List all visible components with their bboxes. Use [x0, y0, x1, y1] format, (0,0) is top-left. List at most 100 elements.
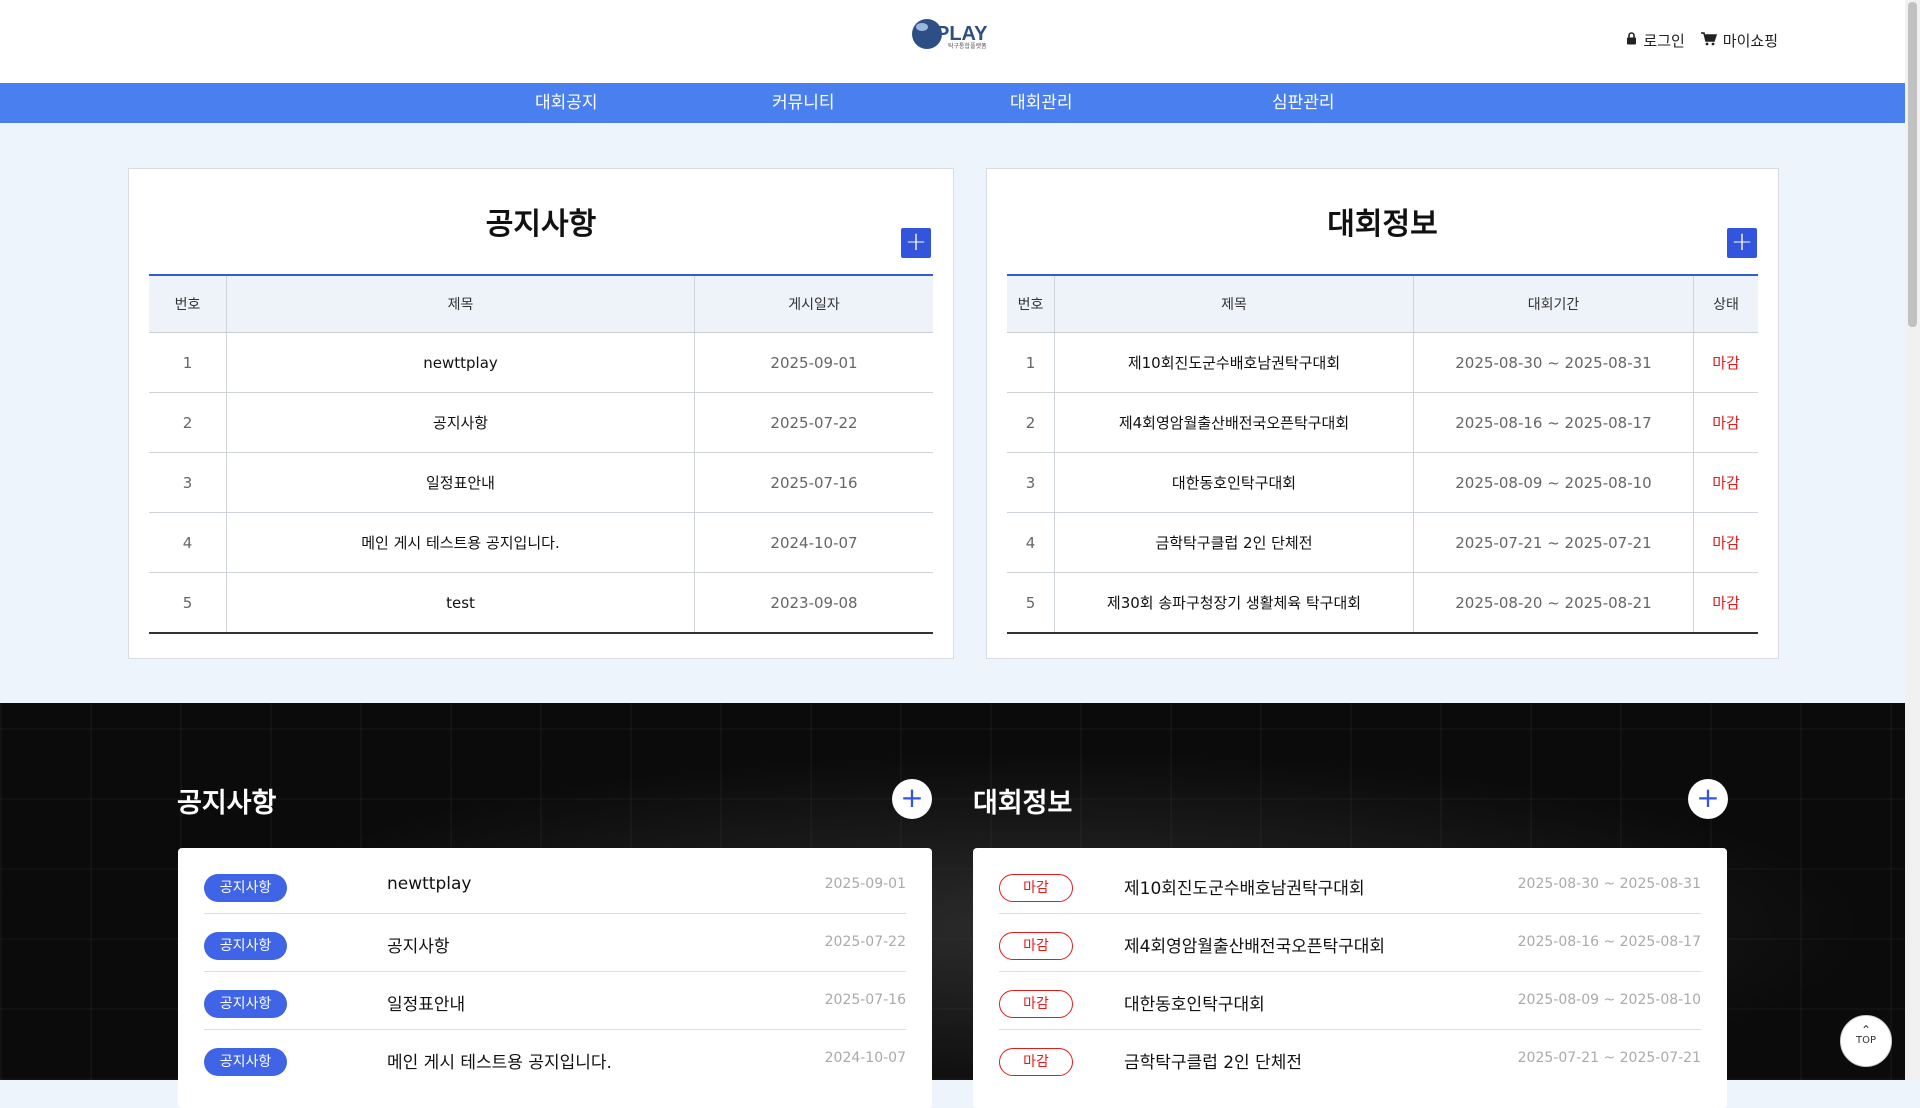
row-title[interactable]: 제30회 송파구청장기 생활체육 탁구대회 — [1054, 572, 1414, 634]
status-badge: 마감 — [1693, 572, 1758, 634]
list-item-title[interactable]: 대한동호인탁구대회 — [1124, 990, 1265, 1015]
row-title[interactable]: 제4회영암월출산배전국오픈탁구대회 — [1054, 392, 1414, 453]
status-badge: 마감 — [1693, 332, 1758, 393]
category-badge: 공지사항 — [204, 932, 287, 960]
list-item-period: 2025-08-16 ~ 2025-08-17 — [1517, 934, 1701, 950]
list-item[interactable]: 공지사항 일정표안내 2025-07-16 — [204, 972, 906, 1030]
page-scrollbar[interactable] — [1905, 0, 1920, 1080]
table-row[interactable]: 4 메인 게시 테스트용 공지입니다. 2024-10-07 — [149, 512, 933, 573]
my-shopping-link[interactable]: 마이쇼핑 — [1700, 30, 1778, 51]
category-badge: 공지사항 — [204, 990, 287, 1018]
login-label: 로그인 — [1643, 32, 1685, 50]
notice-panel: 공지사항 + 번호 제목 게시일자 1 newttplay 2025-09-01… — [128, 168, 954, 659]
tournament-table: 번호 제목 대회기간 상태 1 제10회진도군수배호남권탁구대회 2025-08… — [1007, 274, 1758, 634]
row-period: 2025-08-30 ~ 2025-08-31 — [1413, 332, 1694, 393]
table-row[interactable]: 4 금학탁구클럽 2인 단체전 2025-07-21 ~ 2025-07-21 … — [1007, 512, 1758, 573]
tournament-panel: 대회정보 + 번호 제목 대회기간 상태 1 제10회진도군수배호남권탁구대회 … — [986, 168, 1779, 659]
list-item-title[interactable]: 금학탁구클럽 2인 단체전 — [1124, 1048, 1302, 1073]
nav-item-referee-management[interactable]: 심판관리 — [1272, 83, 1335, 123]
list-item-date: 2025-09-01 — [824, 876, 906, 892]
row-title[interactable]: 대한동호인탁구대회 — [1054, 452, 1414, 513]
notice-table-header: 번호 제목 게시일자 — [149, 274, 933, 333]
column-header-date: 게시일자 — [694, 274, 933, 333]
my-shopping-label: 마이쇼핑 — [1722, 32, 1778, 50]
dark-notice-more-button[interactable]: + — [892, 779, 932, 819]
list-item[interactable]: 마감 제4회영암월출산배전국오픈탁구대회 2025-08-16 ~ 2025-0… — [999, 914, 1701, 972]
list-item-title[interactable]: 메인 게시 테스트용 공지입니다. — [387, 1048, 612, 1073]
login-link[interactable]: 로그인 — [1626, 30, 1685, 51]
tournament-panel-title: 대회정보 — [1327, 207, 1438, 242]
tournament-table-header: 번호 제목 대회기간 상태 — [1007, 274, 1758, 333]
list-item[interactable]: 공지사항 공지사항 2025-07-22 — [204, 914, 906, 972]
notice-table: 번호 제목 게시일자 1 newttplay 2025-09-01 2 공지사항… — [149, 274, 933, 634]
row-date: 2025-07-16 — [694, 452, 933, 513]
list-item[interactable]: 마감 제10회진도군수배호남권탁구대회 2025-08-30 ~ 2025-08… — [999, 856, 1701, 914]
list-item[interactable]: 공지사항 메인 게시 테스트용 공지입니다. 2024-10-07 — [204, 1030, 906, 1087]
status-badge: 마감 — [999, 874, 1073, 902]
scrollbar-thumb[interactable] — [1908, 2, 1917, 327]
list-item-title[interactable]: newttplay — [387, 874, 471, 894]
list-item-date: 2025-07-22 — [824, 934, 906, 950]
list-item-title[interactable]: 제4회영암월출산배전국오픈탁구대회 — [1124, 932, 1385, 957]
status-badge: 마감 — [1693, 452, 1758, 513]
site-header: PLAY 탁구통합플랫폼 로그인 마이쇼핑 — [0, 0, 1905, 83]
list-item-title[interactable]: 공지사항 — [387, 932, 450, 957]
chevron-up-icon: ⌃ — [1860, 1023, 1872, 1037]
utility-menu: 로그인 마이쇼핑 — [1626, 30, 1778, 51]
table-row[interactable]: 1 newttplay 2025-09-01 — [149, 332, 933, 393]
nav-item-community[interactable]: 커뮤니티 — [772, 83, 835, 123]
table-row[interactable]: 1 제10회진도군수배호남권탁구대회 2025-08-30 ~ 2025-08-… — [1007, 332, 1758, 393]
list-item-period: 2025-08-30 ~ 2025-08-31 — [1517, 876, 1701, 892]
dark-notice-title: 공지사항 — [177, 788, 277, 819]
row-title[interactable]: 공지사항 — [226, 392, 695, 453]
list-item[interactable]: 마감 금학탁구클럽 2인 단체전 2025-07-21 ~ 2025-07-21 — [999, 1030, 1701, 1087]
row-period: 2025-08-09 ~ 2025-08-10 — [1413, 452, 1694, 513]
column-header-title: 제목 — [1054, 274, 1414, 333]
row-title[interactable]: 금학탁구클럽 2인 단체전 — [1054, 512, 1414, 573]
table-tennis-ball-icon — [912, 19, 942, 49]
row-date: 2025-07-22 — [694, 392, 933, 453]
dark-tournament-more-button[interactable]: + — [1688, 779, 1728, 819]
category-badge: 공지사항 — [204, 874, 287, 902]
lock-icon — [1626, 32, 1637, 49]
list-item-title[interactable]: 제10회진도군수배호남권탁구대회 — [1124, 874, 1365, 899]
scroll-top-label: TOP — [1855, 1035, 1876, 1046]
table-row[interactable]: 3 대한동호인탁구대회 2025-08-09 ~ 2025-08-10 마감 — [1007, 452, 1758, 513]
row-number: 5 — [149, 572, 227, 634]
table-row[interactable]: 3 일정표안내 2025-07-16 — [149, 452, 933, 513]
table-row[interactable]: 2 공지사항 2025-07-22 — [149, 392, 933, 453]
notice-panel-title: 공지사항 — [485, 207, 597, 242]
row-number: 3 — [1007, 452, 1055, 513]
row-title[interactable]: 일정표안내 — [226, 452, 695, 513]
table-row[interactable]: 5 제30회 송파구청장기 생활체육 탁구대회 2025-08-20 ~ 202… — [1007, 572, 1758, 634]
scroll-top-button[interactable]: ⌃ TOP — [1840, 1015, 1892, 1067]
row-number: 2 — [1007, 392, 1055, 453]
list-item-title[interactable]: 일정표안내 — [387, 990, 465, 1015]
status-badge: 마감 — [1693, 392, 1758, 453]
row-number: 4 — [1007, 512, 1055, 573]
column-header-number: 번호 — [149, 274, 227, 333]
list-item[interactable]: 마감 대한동호인탁구대회 2025-08-09 ~ 2025-08-10 — [999, 972, 1701, 1030]
row-number: 2 — [149, 392, 227, 453]
table-row[interactable]: 5 test 2023-09-08 — [149, 572, 933, 634]
status-badge: 마감 — [999, 1048, 1073, 1076]
row-period: 2025-08-16 ~ 2025-08-17 — [1413, 392, 1694, 453]
site-logo[interactable]: PLAY 탁구통합플랫폼 — [912, 14, 988, 54]
status-badge: 마감 — [999, 990, 1073, 1018]
list-item[interactable]: 공지사항 newttplay 2025-09-01 — [204, 856, 906, 914]
column-header-status: 상태 — [1693, 274, 1758, 333]
table-row[interactable]: 2 제4회영암월출산배전국오픈탁구대회 2025-08-16 ~ 2025-08… — [1007, 392, 1758, 453]
row-title[interactable]: newttplay — [226, 332, 695, 393]
row-period: 2025-08-20 ~ 2025-08-21 — [1413, 572, 1694, 634]
tournament-more-button[interactable]: + — [1727, 228, 1757, 258]
row-title[interactable]: test — [226, 572, 695, 634]
row-title[interactable]: 메인 게시 테스트용 공지입니다. — [226, 512, 695, 573]
list-item-date: 2025-07-16 — [824, 992, 906, 1008]
notice-more-button[interactable]: + — [901, 228, 931, 258]
dark-board-section: 공지사항 + 대회정보 + 공지사항 newttplay 2025-09-01 … — [0, 703, 1905, 1108]
status-badge: 마감 — [1693, 512, 1758, 573]
nav-item-tournament-notice[interactable]: 대회공지 — [535, 83, 598, 123]
status-badge: 마감 — [999, 932, 1073, 960]
row-title[interactable]: 제10회진도군수배호남권탁구대회 — [1054, 332, 1414, 393]
nav-item-tournament-management[interactable]: 대회관리 — [1010, 83, 1073, 123]
